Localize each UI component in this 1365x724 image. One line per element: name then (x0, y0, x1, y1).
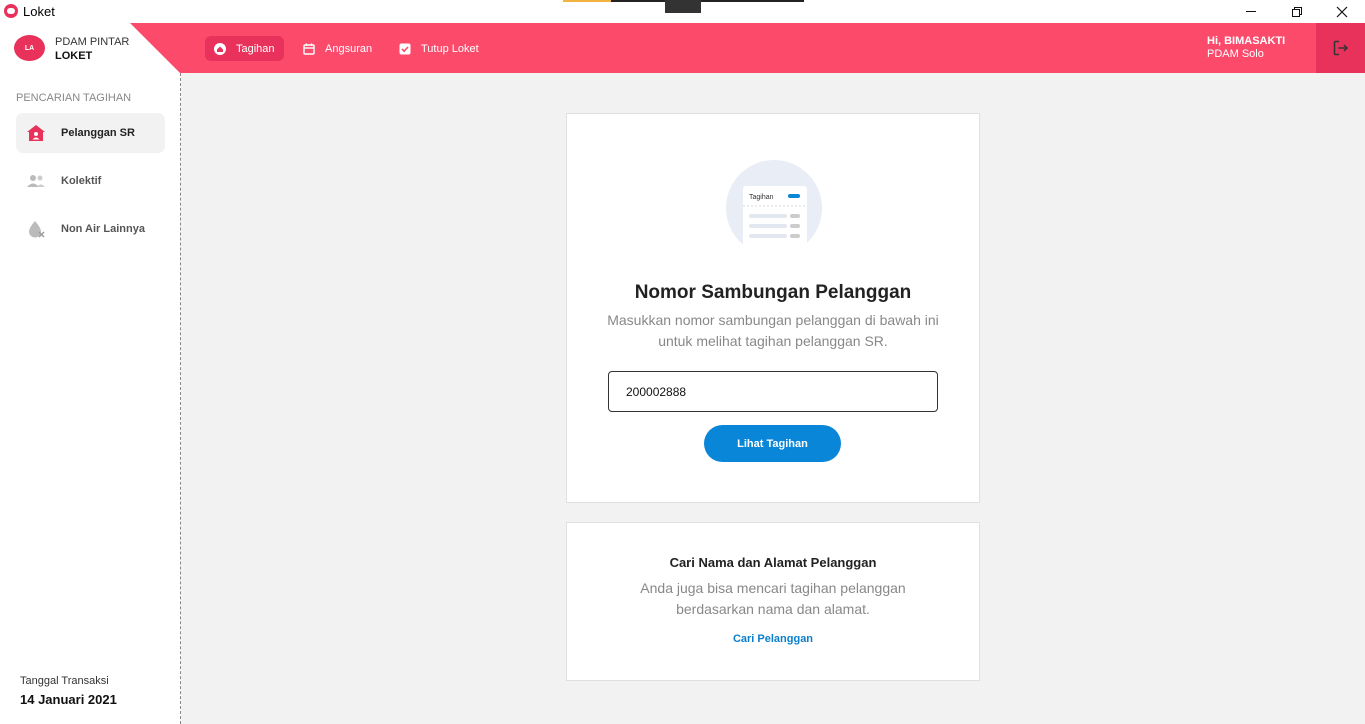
nav-tab-label: Tagihan (236, 42, 275, 55)
name-address-search-card: Cari Nama dan Alamat Pelanggan Anda juga… (566, 522, 980, 681)
brand-panel: LA PDAM PINTAR LOKET (0, 23, 180, 73)
sr-search-card: Tagihan Nomor Sambungan Pelanggan Masukk… (566, 113, 980, 503)
home-icon (214, 42, 226, 55)
cari-pelanggan-link[interactable]: Cari Pelanggan (567, 633, 979, 645)
group-icon (26, 172, 46, 190)
brand-logo: LA (14, 35, 45, 61)
sidebar-item-label: Non Air Lainnya (61, 223, 145, 235)
transaction-date-value: 14 Januari 2021 (20, 692, 117, 707)
minimize-button[interactable] (1228, 0, 1274, 23)
nav-tab-label: Tutup Loket (421, 42, 479, 55)
lihat-tagihan-button[interactable]: Lihat Tagihan (704, 425, 841, 462)
taskbar-indicator (665, 0, 701, 13)
logout-icon (1333, 40, 1348, 56)
sidebar-item-label: Kolektif (61, 175, 102, 187)
sidebar-item-non-air-lainnya[interactable]: Non Air Lainnya (16, 209, 165, 249)
taskbar-indicator (611, 0, 665, 2)
card-description: Anda juga bisa mencari tagihan pelanggan… (607, 578, 939, 620)
window-titlebar: Loket (0, 0, 1365, 23)
restore-icon (1292, 6, 1302, 17)
brand-name: PDAM PINTAR (55, 36, 130, 48)
illustration-label: Tagihan (749, 194, 774, 201)
transaction-date-label: Tanggal Transaksi (20, 675, 109, 687)
sidebar: PENCARIAN TAGIHAN Pelanggan SR Kolektif … (0, 73, 181, 724)
brand-subtitle: LOKET (55, 50, 93, 62)
card-title: Cari Nama dan Alamat Pelanggan (669, 555, 877, 570)
nav-tab-tagihan[interactable]: Tagihan (205, 36, 284, 61)
nav-tab-angsuran[interactable]: Angsuran (294, 36, 381, 61)
taskbar-indicator (563, 0, 611, 2)
close-window-button[interactable] (1319, 0, 1365, 23)
window-title: Loket (23, 4, 55, 19)
taskbar-indicator (701, 0, 804, 2)
restore-button[interactable] (1274, 0, 1320, 23)
user-organization: PDAM Solo (1207, 48, 1264, 60)
description-line: untuk melihat tagihan pelanggan SR. (658, 333, 888, 349)
card-description: Masukkan nomor sambungan pelanggan di ba… (607, 310, 939, 352)
sr-number-input[interactable] (608, 371, 938, 412)
minimize-icon (1246, 11, 1256, 12)
sidebar-section-title: PENCARIAN TAGIHAN (16, 92, 132, 104)
description-line: Anda juga bisa mencari tagihan pelanggan (640, 580, 906, 596)
invoice-illustration: Tagihan (726, 160, 822, 250)
sidebar-item-label: Pelanggan SR (61, 127, 135, 139)
sidebar-item-kolektif[interactable]: Kolektif (16, 161, 165, 201)
close-icon (1336, 6, 1348, 17)
user-greeting: Hi, BIMASAKTI (1207, 35, 1286, 47)
calendar-icon (303, 43, 315, 55)
sidebar-item-pelanggan-sr[interactable]: Pelanggan SR (16, 113, 165, 153)
checkbox-icon (399, 43, 411, 55)
app-logo-icon (4, 4, 18, 18)
description-line: Masukkan nomor sambungan pelanggan di ba… (607, 312, 939, 328)
app-header: LA PDAM PINTAR LOKET Tagihan Angsuran Tu… (0, 23, 1365, 73)
logout-button[interactable] (1316, 23, 1365, 73)
nav-tab-label: Angsuran (325, 42, 373, 55)
house-user-icon (26, 124, 46, 142)
card-title: Nomor Sambungan Pelanggan (634, 282, 912, 303)
description-line: berdasarkan nama dan alamat. (676, 601, 870, 617)
water-drop-off-icon (26, 220, 46, 238)
nav-tab-tutup-loket[interactable]: Tutup Loket (390, 36, 488, 61)
